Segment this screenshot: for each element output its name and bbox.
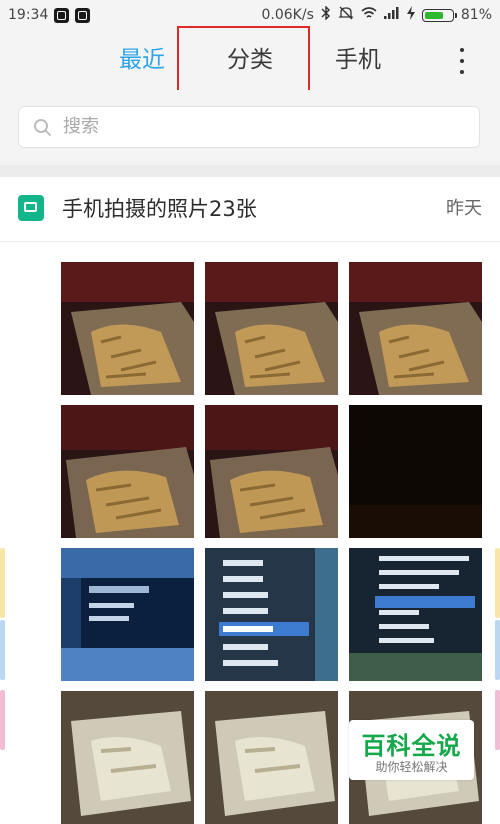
tab-phone[interactable]: 手机 [316,30,400,90]
edge-accent [495,548,500,618]
more-options-icon[interactable] [452,48,472,74]
photo-thumbnail[interactable] [205,405,338,538]
edge-accent [0,548,5,618]
tab-recent[interactable]: 最近 [100,30,184,90]
edge-accent [0,690,5,750]
camera-album-icon [18,195,44,221]
watermark-subtitle: 助你轻松解决 [375,760,448,774]
battery-icon [421,8,457,22]
photo-thumbnail[interactable] [349,548,482,681]
photo-thumbnail[interactable] [205,548,338,681]
edge-accent [495,690,500,750]
search-input[interactable]: 搜索 [18,106,480,148]
album-date: 昨天 [446,198,482,219]
photo-thumbnail[interactable] [349,405,482,538]
tab-highlight-annotation [177,26,310,95]
watermark-logo: 百科全说 助你轻松解决 [349,720,474,780]
signal-icon [383,7,400,23]
album-title: 手机拍摄的照片23张 [62,197,257,221]
charging-icon [406,6,415,24]
bluetooth-icon [321,5,331,24]
notification-app-icon [54,7,70,23]
wifi-icon [361,6,377,24]
photo-thumbnail[interactable] [61,548,194,681]
status-time: 19:34 [8,7,49,23]
album-header[interactable]: 手机拍摄的照片23张 昨天 [0,177,500,242]
battery-percent: 81% [460,7,492,23]
photo-thumbnail[interactable] [205,262,338,395]
search-placeholder: 搜索 [63,116,99,137]
network-speed: 0.06K/s [261,7,314,23]
photo-thumbnail[interactable] [205,691,338,824]
photo-thumbnail[interactable] [61,691,194,824]
photo-thumbnail[interactable] [61,262,194,395]
watermark-title: 百科全说 [361,732,462,760]
mute-icon [338,6,354,24]
edge-accent [495,620,500,680]
notification-app-icon [75,7,91,23]
photo-thumbnail[interactable] [61,405,194,538]
search-icon [34,119,51,136]
photo-thumbnail[interactable] [349,262,482,395]
search-area: 搜索 [0,90,500,165]
edge-accent [0,620,5,680]
section-divider [0,165,500,177]
